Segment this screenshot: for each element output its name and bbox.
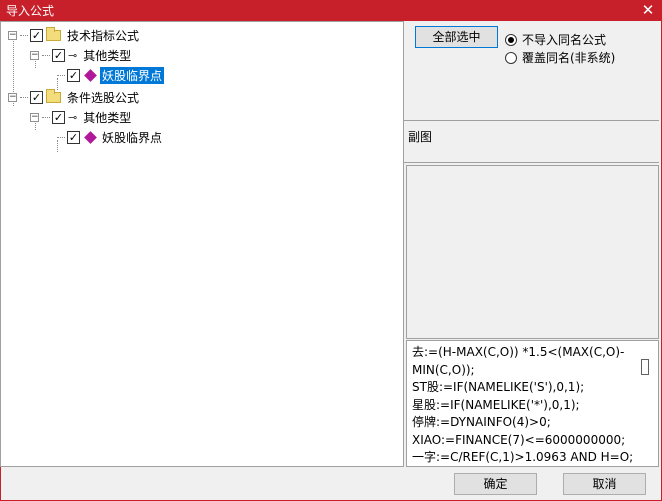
radio-skip-label: 不导入同名公式 xyxy=(522,33,607,47)
gem-icon xyxy=(84,130,97,144)
tree-node-other-type-2[interactable]: − ✓ ⊸ 其他类型 xyxy=(30,109,133,125)
tree-node-label: 其他类型 xyxy=(83,48,132,63)
folder-icon xyxy=(46,26,61,41)
code-line: 去:=(H-MAX(C,O)) *1.5<(MAX(C,O)-MIN(C,O))… xyxy=(412,345,625,377)
folder-icon xyxy=(46,88,61,103)
key-icon: ⊸ xyxy=(68,110,78,124)
checkbox-formula-2[interactable]: ✓ xyxy=(67,130,80,144)
figure-type-label: 副图 xyxy=(408,130,433,144)
gem-icon xyxy=(84,68,97,82)
title-bar: 导入公式 ✕ xyxy=(0,0,662,20)
tree-node-label: 妖股临界点 xyxy=(102,130,163,145)
code-line: XIAO:=FINANCE(7)<=6000000000; xyxy=(412,432,626,447)
formula-code-view[interactable]: 去:=(H-MAX(C,O)) *1.5<(MAX(C,O)-MIN(C,O))… xyxy=(406,340,659,467)
scrollbar-thumb[interactable] xyxy=(641,359,649,375)
code-line: ST股:=IF(NAMELIKE('S'),0,1); xyxy=(412,380,585,394)
tree-node-other-type-1[interactable]: − ✓ ⊸ 其他类型 xyxy=(30,47,133,63)
cancel-button[interactable]: 取消 xyxy=(563,473,646,495)
code-line: 一字:=C/REF(C,1)>1.0963 AND H=O; xyxy=(412,450,634,464)
select-all-button[interactable]: 全部选中 xyxy=(415,26,498,48)
checkbox-stock-screening[interactable]: ✓ xyxy=(30,90,43,104)
ok-button[interactable]: 确定 xyxy=(454,473,537,495)
code-line: 星股:=IF(NAMELIKE('*'),0,1); xyxy=(412,397,580,412)
collapse-icon[interactable]: − xyxy=(8,30,17,40)
tree-node-label: 其他类型 xyxy=(83,110,132,125)
formula-tree[interactable]: − ✓ 技术指标公式 − ✓ ⊸ 其他类型 ✓ 妖股临界点 − ✓ 条件选股公式… xyxy=(0,21,404,467)
radio-overwrite-indicator[interactable] xyxy=(505,51,517,64)
tree-node-label: 条件选股公式 xyxy=(67,90,140,105)
tree-node-stock-screening[interactable]: − ✓ 条件选股公式 xyxy=(8,88,141,105)
tree-node-tech-indicators[interactable]: − ✓ 技术指标公式 xyxy=(8,26,141,43)
close-icon[interactable]: ✕ xyxy=(640,1,656,19)
divider xyxy=(404,162,659,163)
chart-preview-area xyxy=(406,165,659,339)
radio-skip-duplicates[interactable]: 不导入同名公式 xyxy=(505,31,606,48)
tree-node-label: 技术指标公式 xyxy=(67,28,140,43)
tree-node-label: 妖股临界点 xyxy=(100,66,165,84)
checkbox-other-type-1[interactable]: ✓ xyxy=(52,48,65,62)
tree-node-formula-1[interactable]: ✓ 妖股临界点 xyxy=(57,66,165,84)
radio-skip-indicator[interactable] xyxy=(505,33,517,46)
collapse-icon[interactable]: − xyxy=(30,50,39,60)
collapse-icon[interactable]: − xyxy=(8,92,17,102)
checkbox-tech-indicators[interactable]: ✓ xyxy=(30,28,43,42)
code-line: 停牌:=DYNAINFO(4)>0; xyxy=(412,415,551,429)
radio-overwrite-duplicates[interactable]: 覆盖同名(非系统) xyxy=(505,49,615,66)
window-title: 导入公式 xyxy=(6,4,55,18)
divider xyxy=(404,120,659,121)
key-icon: ⊸ xyxy=(68,48,78,62)
collapse-icon[interactable]: − xyxy=(30,112,39,122)
checkbox-formula-1[interactable]: ✓ xyxy=(67,68,80,82)
checkbox-other-type-2[interactable]: ✓ xyxy=(52,110,65,124)
radio-overwrite-label: 覆盖同名(非系统) xyxy=(522,51,616,65)
tree-node-formula-2[interactable]: ✓ 妖股临界点 xyxy=(57,129,164,145)
